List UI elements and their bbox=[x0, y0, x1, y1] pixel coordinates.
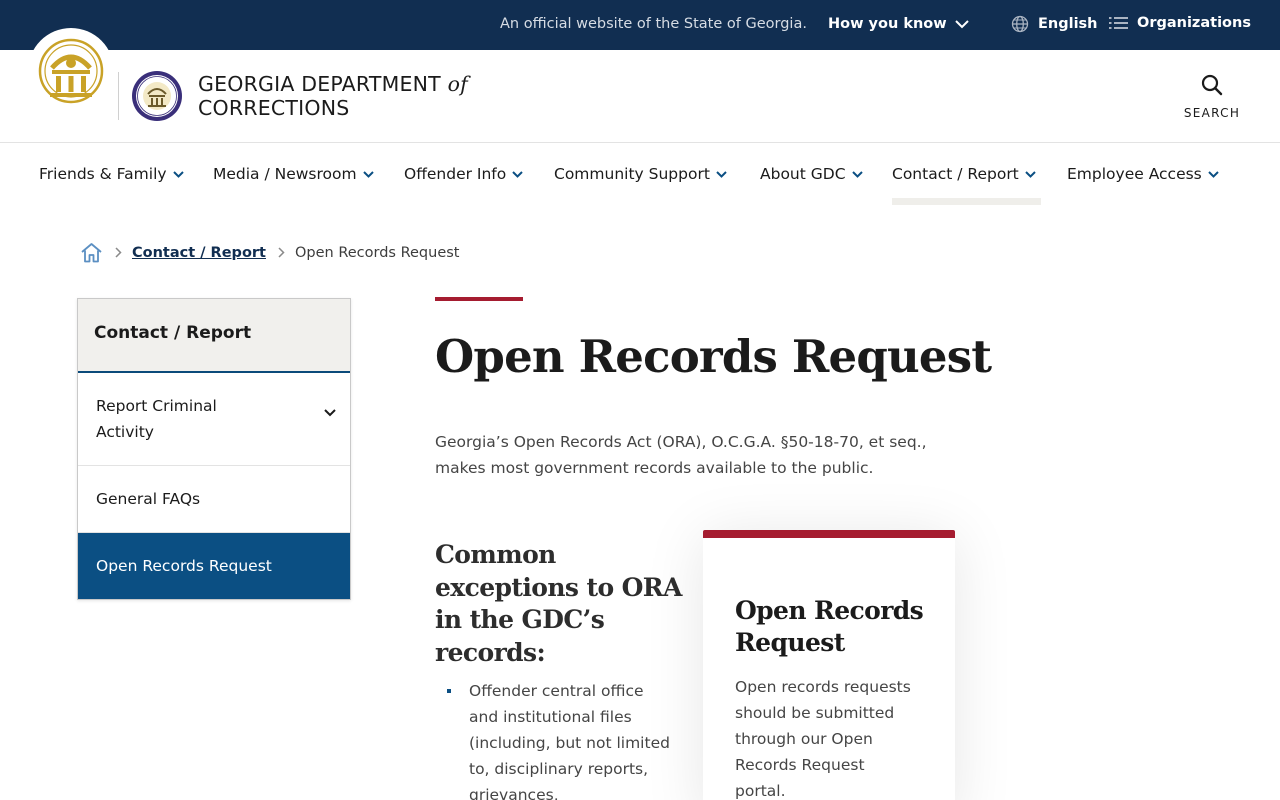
brand-line-2: CORRECTIONS bbox=[198, 96, 350, 120]
search-button[interactable]: SEARCH bbox=[1180, 74, 1244, 120]
nav-friends-family[interactable]: Friends & Family bbox=[39, 165, 184, 183]
language-selector[interactable]: English bbox=[1011, 15, 1098, 33]
globe-icon bbox=[1011, 15, 1029, 33]
side-nav-item-open-records-request[interactable]: Open Records Request bbox=[78, 533, 350, 599]
official-banner: An official website of the State of Geor… bbox=[0, 0, 1280, 50]
language-label: English bbox=[1038, 16, 1098, 32]
how-you-know-label: How you know bbox=[828, 16, 947, 32]
organizations-label: Organizations bbox=[1137, 15, 1251, 31]
chevron-down-icon[interactable] bbox=[324, 409, 336, 417]
nav-label: Contact / Report bbox=[892, 165, 1019, 183]
chevron-right-icon bbox=[278, 247, 285, 258]
side-nav-heading[interactable]: Contact / Report bbox=[78, 299, 350, 373]
nav-label: Media / Newsroom bbox=[213, 165, 357, 183]
official-site-text: An official website of the State of Geor… bbox=[500, 16, 807, 32]
nav-label: Employee Access bbox=[1067, 165, 1202, 183]
chevron-down-icon bbox=[954, 19, 969, 28]
section-side-nav: Contact / Report Report Criminal Activit… bbox=[77, 298, 351, 600]
side-nav-label: General FAQs bbox=[96, 490, 201, 508]
search-label: SEARCH bbox=[1183, 106, 1241, 120]
side-nav-label: Report Criminal Activity bbox=[96, 397, 217, 441]
nav-active-indicator bbox=[892, 198, 1041, 205]
chevron-down-icon bbox=[716, 170, 727, 178]
nav-label: About GDC bbox=[760, 165, 846, 183]
nav-about-gdc[interactable]: About GDC bbox=[760, 165, 863, 183]
nav-offender-info[interactable]: Offender Info bbox=[404, 165, 523, 183]
open-records-card: Open Records Request Open records reques… bbox=[703, 530, 955, 800]
nav-media-newsroom[interactable]: Media / Newsroom bbox=[213, 165, 374, 183]
breadcrumb: Contact / Report Open Records Request bbox=[80, 242, 459, 263]
chevron-down-icon bbox=[1025, 170, 1036, 178]
search-icon bbox=[1201, 74, 1223, 96]
card-body: Open records requests should be submitte… bbox=[735, 678, 911, 800]
exceptions-heading: Common exceptions to ORA in the GDC’s re… bbox=[435, 540, 682, 667]
chevron-down-icon bbox=[1208, 170, 1219, 178]
breadcrumb-link-contact-report[interactable]: Contact / Report bbox=[132, 245, 266, 261]
nav-label: Community Support bbox=[554, 165, 710, 183]
list-item: Offender central office and institutiona… bbox=[447, 678, 677, 800]
state-arch-icon bbox=[38, 38, 104, 104]
chevron-down-icon bbox=[512, 170, 523, 178]
nav-contact-report[interactable]: Contact / Report bbox=[892, 165, 1036, 183]
exceptions-list: Offender central office and institutiona… bbox=[447, 678, 677, 800]
side-nav-item-general-faqs[interactable]: General FAQs bbox=[78, 466, 350, 533]
nav-label: Offender Info bbox=[404, 165, 507, 183]
chevron-down-icon bbox=[362, 170, 374, 178]
main-navigation: Friends & Family Media / Newsroom Offend… bbox=[0, 143, 1280, 205]
side-nav-item-report-criminal-activity[interactable]: Report Criminal Activity bbox=[78, 373, 350, 466]
organizations-link[interactable]: Organizations bbox=[1109, 15, 1251, 31]
nav-community-support[interactable]: Community Support bbox=[554, 165, 727, 183]
card-title: Open Records Request bbox=[735, 596, 924, 657]
chevron-right-icon bbox=[115, 247, 122, 258]
georgia-state-seal[interactable] bbox=[28, 28, 114, 114]
title-accent-rule bbox=[435, 297, 523, 301]
nav-label: Friends & Family bbox=[39, 165, 167, 183]
breadcrumb-separator bbox=[115, 247, 122, 258]
side-nav-label: Open Records Request bbox=[96, 557, 272, 575]
home-icon[interactable] bbox=[80, 242, 103, 263]
how-you-know-toggle[interactable]: How you know bbox=[828, 16, 969, 32]
nav-employee-access[interactable]: Employee Access bbox=[1067, 165, 1219, 183]
intro-paragraph: Georgia’s Open Records Act (ORA), O.C.G.… bbox=[435, 433, 927, 477]
list-icon bbox=[1109, 17, 1128, 29]
breadcrumb-separator bbox=[278, 247, 285, 258]
chevron-down-icon bbox=[851, 170, 863, 178]
header-divider bbox=[118, 72, 119, 120]
gdc-seal-logo[interactable] bbox=[131, 70, 183, 122]
page-title: Open Records Request bbox=[435, 330, 992, 383]
chevron-down-icon bbox=[172, 170, 184, 178]
site-header: GEORGIA DEPARTMENT of CORRECTIONS SEARCH bbox=[0, 28, 1280, 143]
breadcrumb-current: Open Records Request bbox=[294, 244, 460, 261]
brand-line-1: GEORGIA DEPARTMENT bbox=[198, 72, 441, 96]
site-brand-title[interactable]: GEORGIA DEPARTMENT of CORRECTIONS bbox=[198, 72, 468, 120]
brand-of: of bbox=[447, 72, 468, 96]
